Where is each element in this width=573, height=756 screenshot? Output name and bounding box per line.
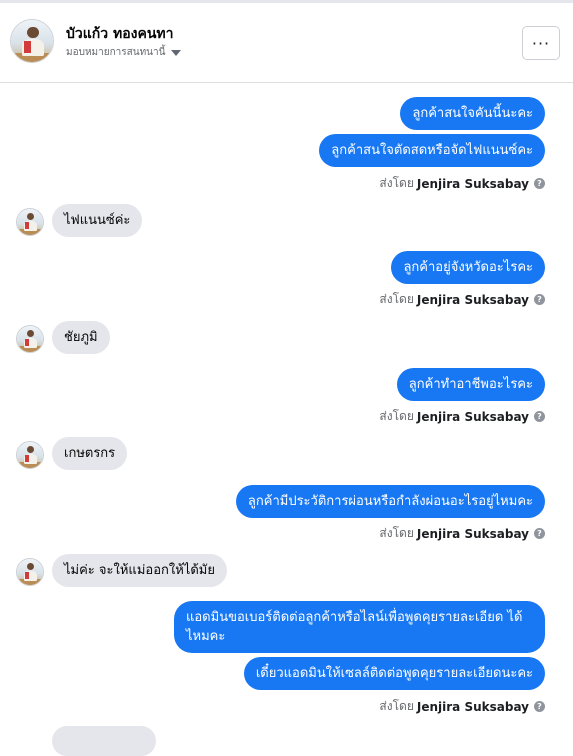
outgoing-message[interactable]: ลูกค้ามีประวัติการผ่อนหรือกำลังผ่อนอะไรอ… bbox=[235, 485, 545, 518]
contact-avatar-small[interactable] bbox=[16, 325, 44, 353]
conversation-header: บัวแก้ว ทองคนทา มอบหมายการสนทนานี้ ··· bbox=[0, 3, 573, 83]
sender-name[interactable]: Jenjira Suksabay bbox=[417, 410, 529, 424]
sent-by-prefix: ส่งโดย bbox=[379, 176, 414, 190]
sent-by-info: ส่งโดย Jenjira Suksabay ? bbox=[379, 524, 545, 543]
sender-name[interactable]: Jenjira Suksabay bbox=[417, 700, 529, 714]
incoming-message[interactable]: ไม่ค่ะ จะให้แม่ออกให้ได้มัย bbox=[52, 554, 227, 587]
outgoing-message[interactable]: ลูกค้าสนใจคันนี้นะคะ bbox=[400, 97, 545, 130]
sent-by-prefix: ส่งโดย bbox=[379, 699, 414, 713]
outgoing-message[interactable]: แอดมินขอเบอร์ติดต่อลูกค้าหรือไลน์เพื่อพู… bbox=[174, 601, 545, 653]
more-options-button[interactable]: ··· bbox=[522, 26, 560, 60]
help-icon[interactable]: ? bbox=[534, 411, 545, 422]
help-icon[interactable]: ? bbox=[534, 294, 545, 305]
assign-conversation-dropdown[interactable]: มอบหมายการสนทนานี้ bbox=[66, 45, 182, 60]
outgoing-message[interactable]: เดี๋ยวแอดมินให้เซลล์ติดต่อพูดคุยรายละเอี… bbox=[243, 657, 545, 690]
sender-name[interactable]: Jenjira Suksabay bbox=[417, 527, 529, 541]
sent-by-prefix: ส่งโดย bbox=[379, 292, 414, 306]
contact-name[interactable]: บัวแก้ว ทองคนทา bbox=[66, 23, 173, 45]
outgoing-message[interactable]: ลูกค้าทำอาชีพอะไรคะ bbox=[396, 368, 545, 401]
incoming-message-partial[interactable] bbox=[52, 726, 156, 756]
assign-label: มอบหมายการสนทนานี้ bbox=[66, 47, 166, 58]
incoming-message[interactable]: เกษตรกร bbox=[52, 437, 128, 470]
contact-avatar-small[interactable] bbox=[16, 208, 44, 236]
sent-by-prefix: ส่งโดย bbox=[379, 526, 414, 540]
caret-down-icon bbox=[171, 49, 182, 56]
sender-name[interactable]: Jenjira Suksabay bbox=[417, 293, 529, 307]
sent-by-info: ส่งโดย Jenjira Suksabay ? bbox=[379, 290, 545, 309]
help-icon[interactable]: ? bbox=[534, 528, 545, 539]
incoming-message[interactable]: ไฟแนนซ์ค่ะ bbox=[52, 204, 143, 237]
help-icon[interactable]: ? bbox=[534, 178, 545, 189]
help-icon[interactable]: ? bbox=[534, 701, 545, 712]
sender-name[interactable]: Jenjira Suksabay bbox=[417, 177, 529, 191]
contact-avatar[interactable] bbox=[10, 19, 54, 63]
sent-by-info: ส่งโดย Jenjira Suksabay ? bbox=[379, 174, 545, 193]
sent-by-info: ส่งโดย Jenjira Suksabay ? bbox=[379, 407, 545, 426]
sent-by-prefix: ส่งโดย bbox=[379, 409, 414, 423]
sent-by-info: ส่งโดย Jenjira Suksabay ? bbox=[379, 697, 545, 716]
contact-avatar-small[interactable] bbox=[16, 558, 44, 586]
outgoing-message[interactable]: ลูกค้าอยู่จังหวัดอะไรคะ bbox=[391, 251, 545, 284]
incoming-message[interactable]: ชัยภูมิ bbox=[52, 321, 110, 354]
contact-avatar-small[interactable] bbox=[16, 441, 44, 469]
outgoing-message[interactable]: ลูกค้าสนใจตัดสดหรือจัดไฟแนนซ์คะ bbox=[319, 134, 545, 167]
